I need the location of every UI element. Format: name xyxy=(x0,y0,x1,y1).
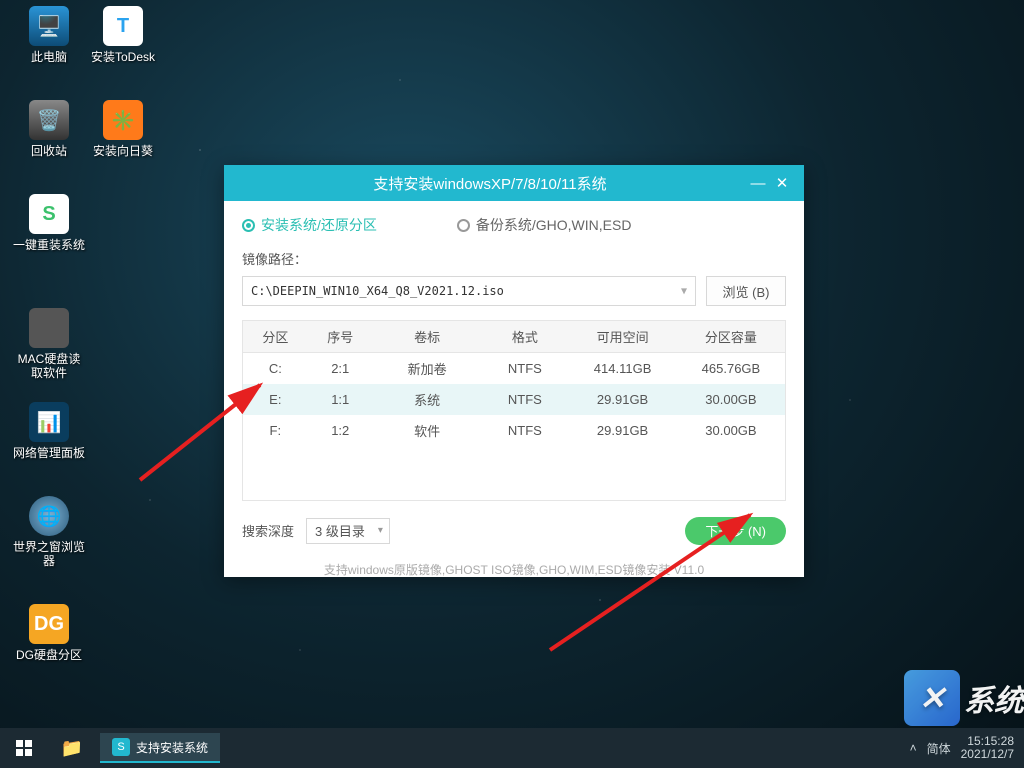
search-depth-label: 搜索深度 xyxy=(242,521,294,540)
desktop-icon-label: 世界之窗浏览器 xyxy=(12,540,86,568)
image-path-combo[interactable]: C:\DEEPIN_WIN10_X64_Q8_V2021.12.iso ▼ xyxy=(242,276,696,306)
desktop-icon-todesk[interactable]: T 安装ToDesk xyxy=(86,6,160,64)
install-dialog: 支持安装windowsXP/7/8/10/11系统 — ✕ 安装系统/还原分区 … xyxy=(224,165,804,577)
tray-chevron-up-icon[interactable]: ˄ xyxy=(910,741,917,755)
next-button[interactable]: 下一步 (N) xyxy=(685,517,786,545)
desktop-icon-label: DG硬盘分区 xyxy=(12,648,86,662)
desktop-icon-reinstall[interactable]: S 一键重装系统 xyxy=(12,194,86,252)
radio-install-restore[interactable]: 安装系统/还原分区 xyxy=(242,215,377,235)
image-path-value: C:\DEEPIN_WIN10_X64_Q8_V2021.12.iso xyxy=(251,284,504,298)
desktop-icon-label: 此电脑 xyxy=(12,50,86,64)
radio-dot-icon xyxy=(242,219,255,232)
desktop-icon-label: 回收站 xyxy=(12,144,86,158)
dialog-footer: 搜索深度 3 级目录 下一步 (N) xyxy=(242,517,786,545)
table-empty-area xyxy=(243,446,786,500)
start-button[interactable] xyxy=(0,728,48,768)
bars-icon: 📊 xyxy=(29,402,69,442)
taskbar-app-install[interactable]: S 支持安装系统 xyxy=(100,733,220,763)
minimize-button[interactable]: — xyxy=(746,171,770,195)
desktop-icon-label: 安装向日葵 xyxy=(86,144,160,158)
monitor-icon: 🖥️ xyxy=(29,6,69,46)
clock[interactable]: 15:15:28 2021/12/7 xyxy=(961,735,1014,761)
desktop-icon-dg-disk[interactable]: DG DG硬盘分区 xyxy=(12,604,86,662)
dialog-body: 安装系统/还原分区 备份系统/GHO,WIN,ESD 镜像路径： C:\DEEP… xyxy=(224,201,804,590)
desktop-icon-recycle[interactable]: 🗑️ 回收站 xyxy=(12,100,86,158)
search-depth-select[interactable]: 3 级目录 xyxy=(306,518,390,544)
titlebar[interactable]: 支持安装windowsXP/7/8/10/11系统 — ✕ xyxy=(224,165,804,201)
col-partition: 分区 xyxy=(243,321,308,353)
disk-icon: DG xyxy=(29,604,69,644)
mode-radios: 安装系统/还原分区 备份系统/GHO,WIN,ESD xyxy=(242,215,786,235)
hint-text: 支持windows原版镜像,GHOST ISO镜像,GHO,WIM,ESD镜像安… xyxy=(242,561,786,578)
desktop-icon-label: 网络管理面板 xyxy=(12,446,86,460)
folder-icon: 📁 xyxy=(61,738,83,759)
desktop-icon-label: 安装ToDesk xyxy=(86,50,160,64)
taskbar-app-label: 支持安装系统 xyxy=(136,739,208,756)
col-index: 序号 xyxy=(308,321,373,353)
desktop-icon-label: MAC硬盘读取软件 xyxy=(12,352,86,380)
table-row-selected[interactable]: E: 1:1 系统 NTFS 29.91GB 30.00GB xyxy=(243,384,786,415)
reinstall-icon: S xyxy=(29,194,69,234)
sunflower-icon: ✳️ xyxy=(103,100,143,140)
radio-label: 安装系统/还原分区 xyxy=(261,215,377,235)
app-icon: S xyxy=(112,738,130,756)
desktop-icon-sunflower[interactable]: ✳️ 安装向日葵 xyxy=(86,100,160,158)
trash-icon: 🗑️ xyxy=(29,100,69,140)
todesk-icon: T xyxy=(103,6,143,46)
table-row[interactable]: C: 2:1 新加卷 NTFS 414.11GB 465.76GB xyxy=(243,353,786,385)
desktop-icon-this-pc[interactable]: 🖥️ 此电脑 xyxy=(12,6,86,64)
close-button[interactable]: ✕ xyxy=(770,171,794,195)
col-format: 格式 xyxy=(481,321,568,353)
col-volume: 卷标 xyxy=(373,321,482,353)
col-free: 可用空间 xyxy=(568,321,677,353)
search-depth-value: 3 级目录 xyxy=(315,521,365,540)
clock-date: 2021/12/7 xyxy=(961,748,1014,761)
globe-icon: 🌐 xyxy=(29,496,69,536)
desktop-icon-world-browser[interactable]: 🌐 世界之窗浏览器 xyxy=(12,496,86,568)
image-path-label: 镜像路径： xyxy=(242,249,786,268)
desktop-icon-mac-disk[interactable]: MAC硬盘读取软件 xyxy=(12,308,86,380)
radio-backup[interactable]: 备份系统/GHO,WIN,ESD xyxy=(457,215,632,235)
radio-label: 备份系统/GHO,WIN,ESD xyxy=(476,215,632,235)
browse-button[interactable]: 浏览 (B) xyxy=(706,276,786,306)
desktop-icon-label: 一键重装系统 xyxy=(12,238,86,252)
windows-icon xyxy=(16,740,32,756)
apple-icon xyxy=(29,308,69,348)
chevron-down-icon: ▼ xyxy=(681,286,687,297)
dialog-title: 支持安装windowsXP/7/8/10/11系统 xyxy=(234,173,746,194)
partition-table: 分区 序号 卷标 格式 可用空间 分区容量 C: 2:1 新加卷 NTFS 41… xyxy=(242,320,786,501)
system-tray: ˄ 简体 15:15:28 2021/12/7 xyxy=(910,735,1024,761)
explorer-button[interactable]: 📁 xyxy=(48,728,96,768)
col-capacity: 分区容量 xyxy=(677,321,786,353)
taskbar: 📁 S 支持安装系统 ˄ 简体 15:15:28 2021/12/7 xyxy=(0,728,1024,768)
radio-dot-icon xyxy=(457,219,470,232)
table-row[interactable]: F: 1:2 软件 NTFS 29.91GB 30.00GB xyxy=(243,415,786,446)
desktop-icon-network-panel[interactable]: 📊 网络管理面板 xyxy=(12,402,86,460)
ime-indicator[interactable]: 简体 xyxy=(927,740,951,757)
